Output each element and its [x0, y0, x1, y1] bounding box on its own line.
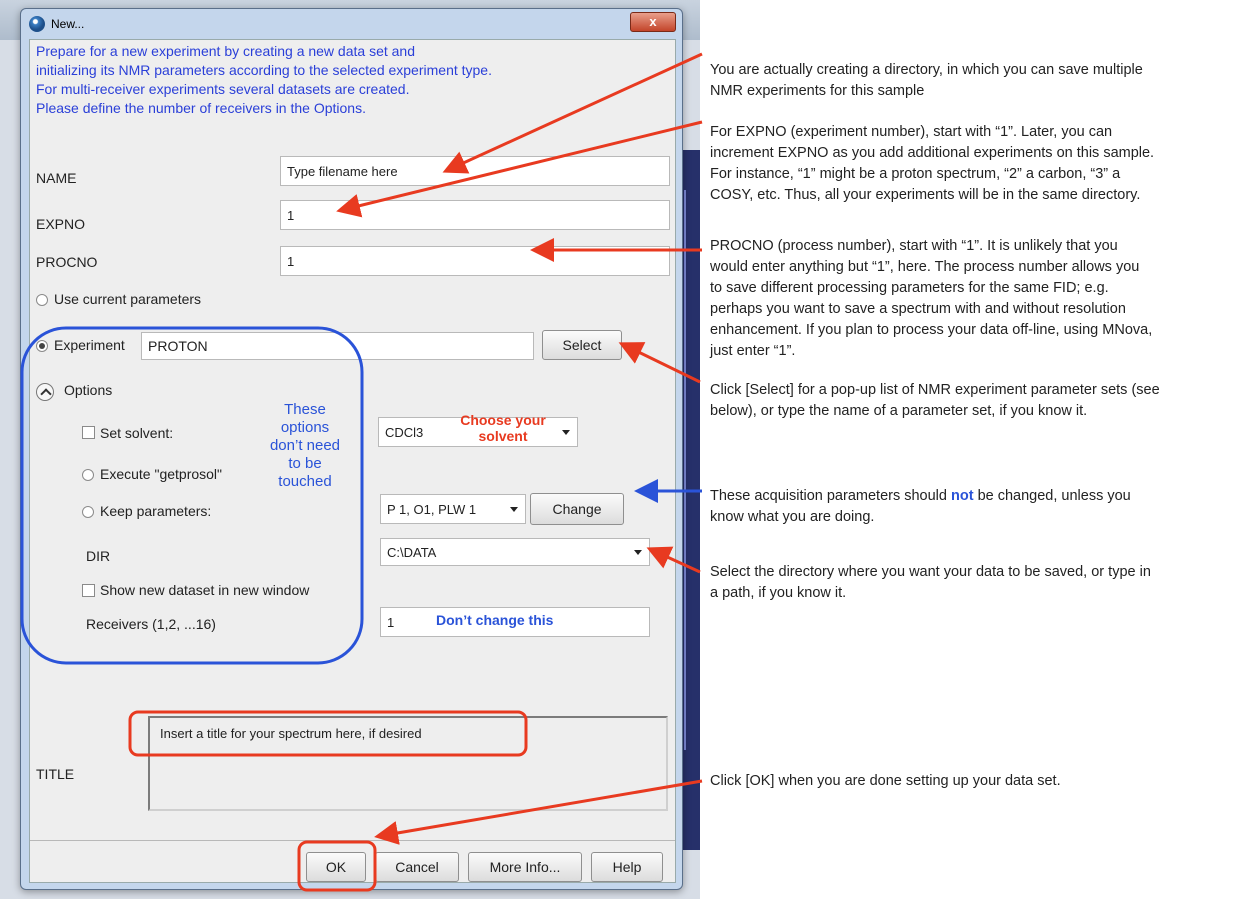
title-label: TITLE [36, 766, 75, 782]
intro-line: initializing its NMR parameters accordin… [36, 62, 492, 78]
annotation-procno: PROCNO (process number), start with “1”.… [710, 236, 1250, 362]
dir-select-value: C:\DATA [387, 544, 437, 560]
annotation-line: For instance, “1” might be a proton spec… [710, 166, 1121, 182]
set-solvent-label: Set solvent: [100, 425, 174, 441]
change-button[interactable]: Change [530, 493, 624, 525]
annotation-line: PROCNO (process number), start with “1”.… [710, 238, 1118, 254]
annotation-select: Click [Select] for a pop-up list of NMR … [710, 380, 1250, 422]
intro-line: Prepare for a new experiment by creating… [36, 43, 415, 59]
keep-parameters-select[interactable]: P 1, O1, PLW 1 [380, 494, 526, 524]
more-info-button[interactable]: More Info... [468, 852, 582, 882]
background-spectrum-trace [684, 190, 686, 750]
annotation-line: These acquisition parameters should not … [710, 486, 1250, 507]
help-button[interactable]: Help [591, 852, 663, 882]
intro-line: Please define the number of receivers in… [36, 100, 366, 116]
use-current-radio[interactable] [36, 294, 48, 306]
annotation-line: a path, if you know it. [710, 585, 847, 601]
show-new-window-checkbox[interactable] [82, 584, 95, 597]
dialog-title: New... [51, 17, 85, 31]
options-collapse-icon[interactable] [36, 383, 54, 401]
dir-select[interactable]: C:\DATA [380, 538, 650, 566]
button-bar-divider [30, 840, 675, 841]
intro-text: Prepare for a new experiment by creating… [36, 42, 492, 118]
annotation-line: know what you are doing. [710, 509, 875, 525]
annotation-expno: For EXPNO (experiment number), start wit… [710, 122, 1250, 206]
show-new-window-label: Show new dataset in new window [100, 582, 310, 598]
choose-solvent-line: Choose your [460, 412, 546, 428]
receivers-label: Receivers (1,2, ...16) [86, 616, 216, 632]
app-icon [29, 16, 45, 32]
select-button[interactable]: Select [542, 330, 622, 360]
name-label: NAME [36, 170, 77, 186]
annotation-line: would enter anything but “1”, here. The … [710, 259, 1140, 275]
procno-input[interactable]: 1 [280, 246, 670, 276]
use-current-label: Use current parameters [54, 291, 202, 307]
experiment-radio[interactable] [36, 340, 48, 352]
name-input[interactable]: Type filename here [280, 156, 670, 186]
annotation-line: to save different processing parameters … [710, 280, 1109, 296]
options-note-line: don’t need [269, 437, 341, 454]
dialog-titlebar: New... x [21, 9, 682, 39]
experiment-label: Experiment [54, 337, 125, 353]
options-note: These options don’t need to be touched [262, 401, 348, 491]
annotation-line: COSY, etc. Thus, all your experiments wi… [710, 187, 1141, 203]
annotation-line: Click [Select] for a pop-up list of NMR … [710, 382, 1160, 398]
dir-label: DIR [86, 548, 111, 564]
options-note-line: touched [278, 473, 332, 490]
keep-parameters-radio[interactable] [82, 506, 94, 518]
options-label: Options [64, 382, 113, 398]
keep-parameters-label: Keep parameters: [100, 503, 212, 519]
annotation-text: These acquisition parameters should [710, 488, 951, 504]
close-button[interactable]: x [630, 12, 676, 32]
ok-button[interactable]: OK [306, 852, 366, 882]
annotation-dir: Select the directory where you want your… [710, 562, 1250, 604]
dialog-body: Prepare for a new experiment by creating… [29, 39, 676, 883]
annotation-line: NMR experiments for this sample [710, 83, 925, 99]
expno-input[interactable]: 1 [280, 200, 670, 230]
annotation-line: You are actually creating a directory, i… [710, 62, 1143, 78]
annotation-line: increment EXPNO as you add additional ex… [710, 145, 1155, 161]
experiment-input[interactable]: PROTON [141, 332, 534, 360]
choose-solvent-line: solvent [478, 428, 528, 444]
annotation-line: perhaps you want to save a spectrum with… [710, 301, 1126, 317]
annotation-line: enhancement. If you plan to process your… [710, 322, 1153, 338]
annotation-line: below), or type the name of a parameter … [710, 403, 1088, 419]
annotation-line: Select the directory where you want your… [710, 564, 1151, 580]
expno-label: EXPNO [36, 216, 86, 232]
annotation-highlight: not [951, 488, 974, 504]
chevron-down-icon [510, 507, 518, 512]
options-note-line: These [284, 401, 326, 418]
execute-getprosol-radio[interactable] [82, 469, 94, 481]
annotation-line: For EXPNO (experiment number), start wit… [710, 124, 1113, 140]
title-textarea[interactable]: Insert a title for your spectrum here, i… [148, 716, 668, 811]
intro-line: For multi-receiver experiments several d… [36, 81, 410, 97]
options-note-line: to be [288, 455, 322, 472]
execute-getprosol-label: Execute "getprosol" [100, 466, 223, 482]
cancel-button[interactable]: Cancel [375, 852, 459, 882]
annotation-directory: You are actually creating a directory, i… [710, 60, 1250, 102]
annotation-line: just enter “1”. [710, 343, 796, 359]
chevron-down-icon [634, 550, 642, 555]
annotation-ok: Click [OK] when you are done setting up … [710, 773, 1061, 789]
keep-parameters-value: P 1, O1, PLW 1 [387, 501, 477, 517]
annotation-acquisition: These acquisition parameters should not … [710, 486, 1250, 528]
dont-change-note: Don’t change this [436, 612, 554, 628]
procno-label: PROCNO [36, 254, 98, 270]
new-dataset-dialog: New... x Prepare for a new experiment by… [20, 8, 683, 890]
set-solvent-checkbox[interactable] [82, 426, 95, 439]
choose-solvent-note: Choose your solvent [433, 412, 573, 444]
options-note-line: options [280, 419, 330, 436]
solvent-select-value: CDCl3 [385, 424, 424, 440]
annotation-text: be changed, unless you [973, 488, 1131, 504]
